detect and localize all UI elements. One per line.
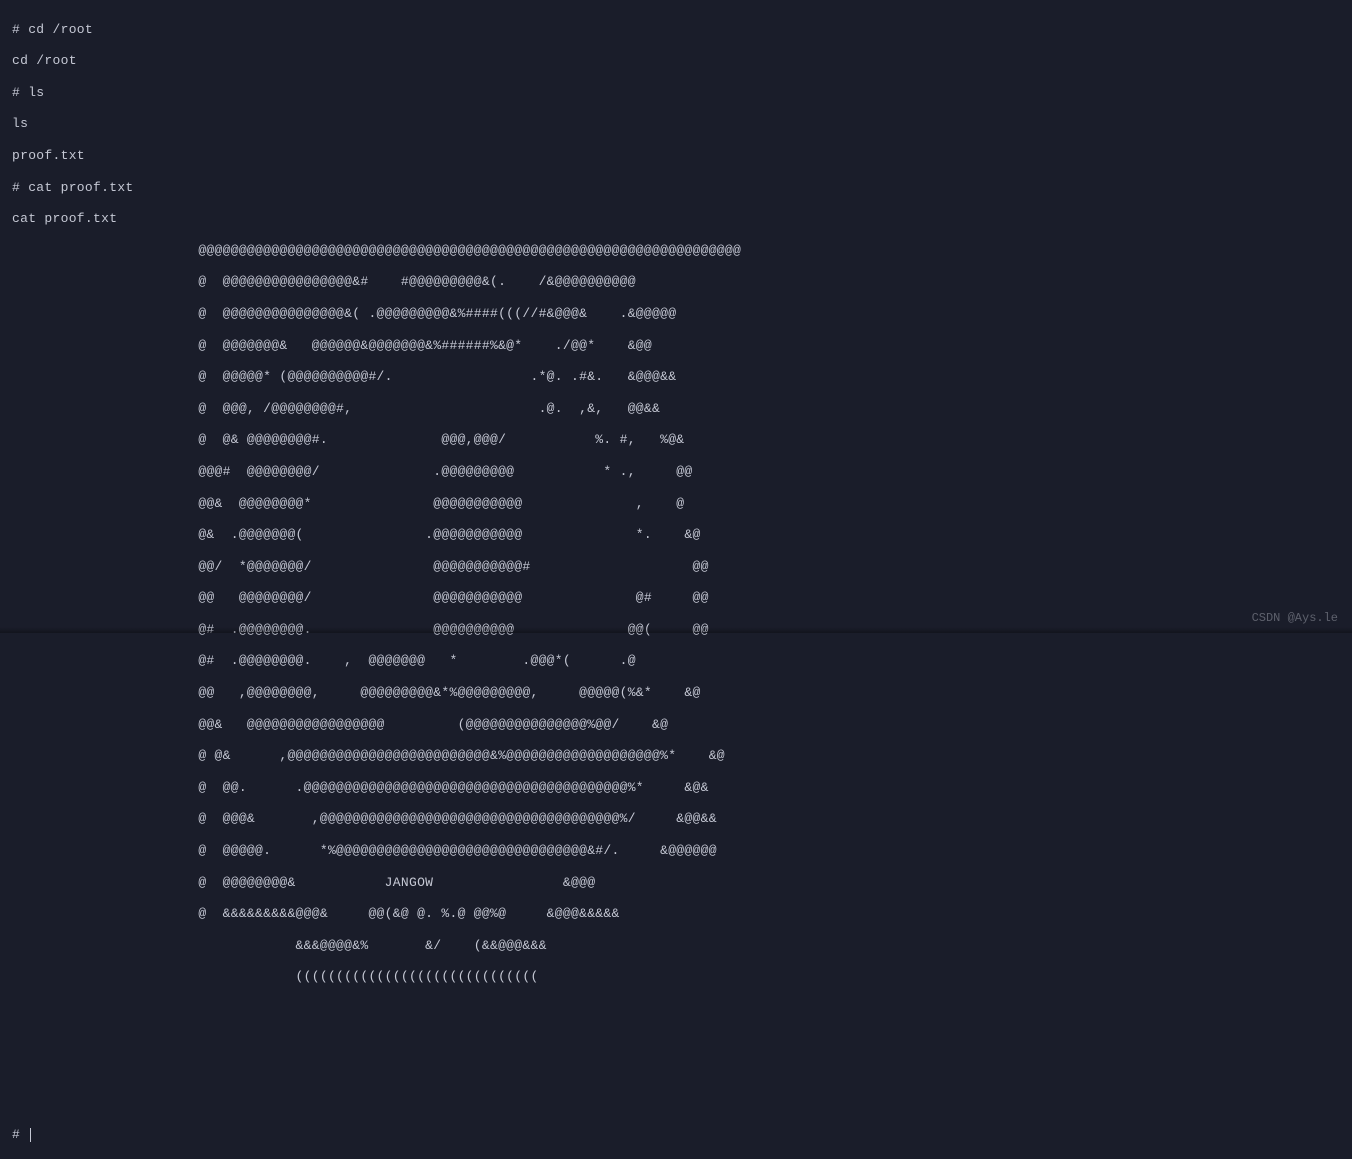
terminal-line	[12, 1064, 1340, 1080]
ascii-art-line: @@& @@@@@@@@@@@@@@@@@ (@@@@@@@@@@@@@@@%@…	[12, 717, 1340, 733]
ascii-art-line: @ @& @@@@@@@@#. @@@,@@@/ %. #, %@&	[12, 432, 1340, 448]
ascii-art-line: @@/ *@@@@@@@/ @@@@@@@@@@@# @@	[12, 559, 1340, 575]
ascii-art-line: @# .@@@@@@@@. , @@@@@@@ * .@@@*( .@	[12, 653, 1340, 669]
terminal-line: proof.txt	[12, 148, 1340, 164]
cursor	[30, 1128, 31, 1142]
terminal-line: # cat proof.txt	[12, 180, 1340, 196]
ascii-art-line: @ @& ,@@@@@@@@@@@@@@@@@@@@@@@@@&%@@@@@@@…	[12, 748, 1340, 764]
terminal-line	[12, 1001, 1340, 1017]
terminal-line: # cd /root	[12, 22, 1340, 38]
prompt-symbol: #	[12, 1127, 28, 1142]
prompt-line[interactable]: #	[12, 1127, 1340, 1143]
ascii-art-line: @@& @@@@@@@@* @@@@@@@@@@@ , @	[12, 496, 1340, 512]
shadow-decoration	[0, 627, 1352, 633]
ascii-art-line: @ @@@@@@@& @@@@@@&@@@@@@@&%######%&@* ./…	[12, 338, 1340, 354]
terminal-output: # cd /root cd /root # ls ls proof.txt # …	[12, 6, 1340, 1159]
ascii-art-line: @ @@@& ,@@@@@@@@@@@@@@@@@@@@@@@@@@@@@@@@…	[12, 811, 1340, 827]
terminal-line: ls	[12, 116, 1340, 132]
terminal-line: ((((((((((((((((((((((((((((((	[12, 969, 1340, 985]
terminal-line	[12, 1033, 1340, 1049]
ascii-art-line: @@@# @@@@@@@@/ .@@@@@@@@@ * ., @@	[12, 464, 1340, 480]
ascii-art-line: @& .@@@@@@@( .@@@@@@@@@@@ *. &@	[12, 527, 1340, 543]
terminal-line: # ls	[12, 85, 1340, 101]
ascii-art-line: &&&@@@@&% &/ (&&@@@&&&	[12, 938, 1340, 954]
hash-line	[12, 1096, 1340, 1112]
ascii-art-line: @ &&&&&&&&&@@@& @@(&@ @. %.@ @@%@ &@@@&&…	[12, 906, 1340, 922]
watermark: CSDN @Ays.le	[1252, 611, 1338, 625]
terminal-line: cat proof.txt	[12, 211, 1340, 227]
ascii-art-line: @ @@@@@@@@@@@@@@@@&# #@@@@@@@@@&(. /&@@@…	[12, 274, 1340, 290]
ascii-art-line: @ @@@@@@@@& JANGOW &@@@	[12, 875, 1340, 891]
ascii-art-line: @ @@@, /@@@@@@@@#, .@. ,&, @@&&	[12, 401, 1340, 417]
ascii-art-line: @ @@@@@* (@@@@@@@@@@#/. .*@. .#&. &@@@&&	[12, 369, 1340, 385]
ascii-art-line: @@@@@@@@@@@@@@@@@@@@@@@@@@@@@@@@@@@@@@@@…	[12, 243, 1340, 259]
ascii-art-line: @ @@. .@@@@@@@@@@@@@@@@@@@@@@@@@@@@@@@@@…	[12, 780, 1340, 796]
ascii-art-line: @ @@@@@@@@@@@@@@@&( .@@@@@@@@@&%####(((/…	[12, 306, 1340, 322]
ascii-art-line: @ @@@@@. *%@@@@@@@@@@@@@@@@@@@@@@@@@@@@@…	[12, 843, 1340, 859]
terminal-line: cd /root	[12, 53, 1340, 69]
ascii-art-line: @@ @@@@@@@@/ @@@@@@@@@@@ @# @@	[12, 590, 1340, 606]
ascii-art-line: @@ ,@@@@@@@@, @@@@@@@@@&*%@@@@@@@@@, @@@…	[12, 685, 1340, 701]
